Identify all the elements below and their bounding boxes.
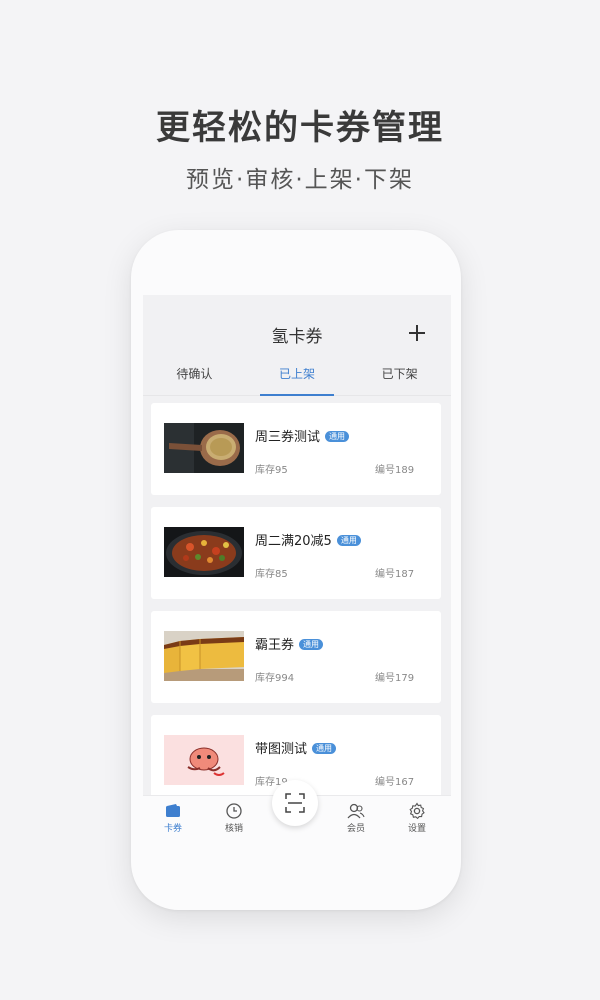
coupon-title-text: 带图测试 — [255, 742, 308, 757]
coupon-image-cake — [164, 631, 244, 681]
bottom-tab-bar: 卡券 核销 会员 设置 — [143, 780, 451, 840]
coupon-card[interactable]: 周二满20减5 通用 库存85 编号187 — [151, 507, 441, 599]
clock-icon — [226, 803, 242, 819]
tab-delisted[interactable]: 已下架 — [348, 355, 451, 395]
coupon-list: 周三券测试 通用 库存95 编号189 周二满20减5 通用 库存85 编号18… — [151, 403, 441, 819]
tab-listed[interactable]: 已上架 — [246, 355, 349, 396]
promo-headline: 更轻松的卡券管理 — [156, 108, 444, 148]
coupon-title-text: 周二满20减5 — [255, 534, 332, 549]
coupon-stock: 库存95 — [255, 465, 288, 476]
coupon-title: 周三券测试 通用 — [255, 426, 350, 445]
coupon-badge: 通用 — [325, 431, 350, 442]
tabbar-item-coupons[interactable]: 卡券 — [153, 802, 193, 834]
tabbar-item-members[interactable]: 会员 — [336, 802, 376, 834]
tabbar-label: 设置 — [407, 824, 426, 834]
app-title: 氢卡券 — [271, 327, 323, 347]
coupon-badge: 通用 — [336, 535, 361, 546]
gear-icon — [409, 802, 425, 820]
coupon-title-text: 周三券测试 — [255, 430, 321, 445]
coupon-badge: 通用 — [299, 639, 324, 650]
tabbar-label: 卡券 — [163, 824, 182, 834]
coupon-title: 霸王券 通用 — [255, 634, 324, 653]
coupon-title-text: 霸王券 — [255, 638, 295, 653]
tabbar-item-settings[interactable]: 设置 — [397, 802, 437, 834]
coupon-stock: 库存994 — [255, 673, 295, 684]
coupon-code: 编号189 — [375, 465, 415, 476]
scan-icon — [285, 793, 305, 813]
card-wallet-icon — [166, 804, 180, 817]
plus-icon[interactable] — [407, 323, 427, 343]
coupon-title: 带图测试 通用 — [255, 738, 337, 757]
app-screen: 氢卡券 待确认 已上架 已下架 周三券测试 通用 库存95 编号189 周二满2… — [143, 295, 451, 840]
tabbar-label: 会员 — [346, 824, 365, 834]
status-bar — [143, 295, 451, 315]
scan-button[interactable] — [272, 780, 318, 826]
tabbar-item-verify[interactable]: 核销 — [214, 802, 254, 834]
coupon-badge: 通用 — [312, 743, 337, 754]
tabbar-label: 核销 — [224, 824, 243, 834]
coupon-image-stirfry — [164, 527, 244, 577]
tab-pending[interactable]: 待确认 — [143, 355, 246, 395]
status-tabs: 待确认 已上架 已下架 — [143, 355, 451, 396]
coupon-card[interactable]: 霸王券 通用 库存994 编号179 — [151, 611, 441, 703]
coupon-stock: 库存85 — [255, 569, 288, 580]
coupon-code: 编号179 — [375, 673, 415, 684]
coupon-code: 编号167 — [375, 777, 415, 788]
promo-subline: 预览·审核·上架·下架 — [186, 167, 414, 193]
coupon-title: 周二满20减5 通用 — [255, 530, 361, 549]
coupon-image-peach — [164, 735, 244, 785]
coupon-card[interactable]: 周三券测试 通用 库存95 编号189 — [151, 403, 441, 495]
coupon-image-spice — [164, 423, 244, 473]
members-icon — [347, 803, 365, 819]
coupon-code: 编号187 — [375, 569, 415, 580]
